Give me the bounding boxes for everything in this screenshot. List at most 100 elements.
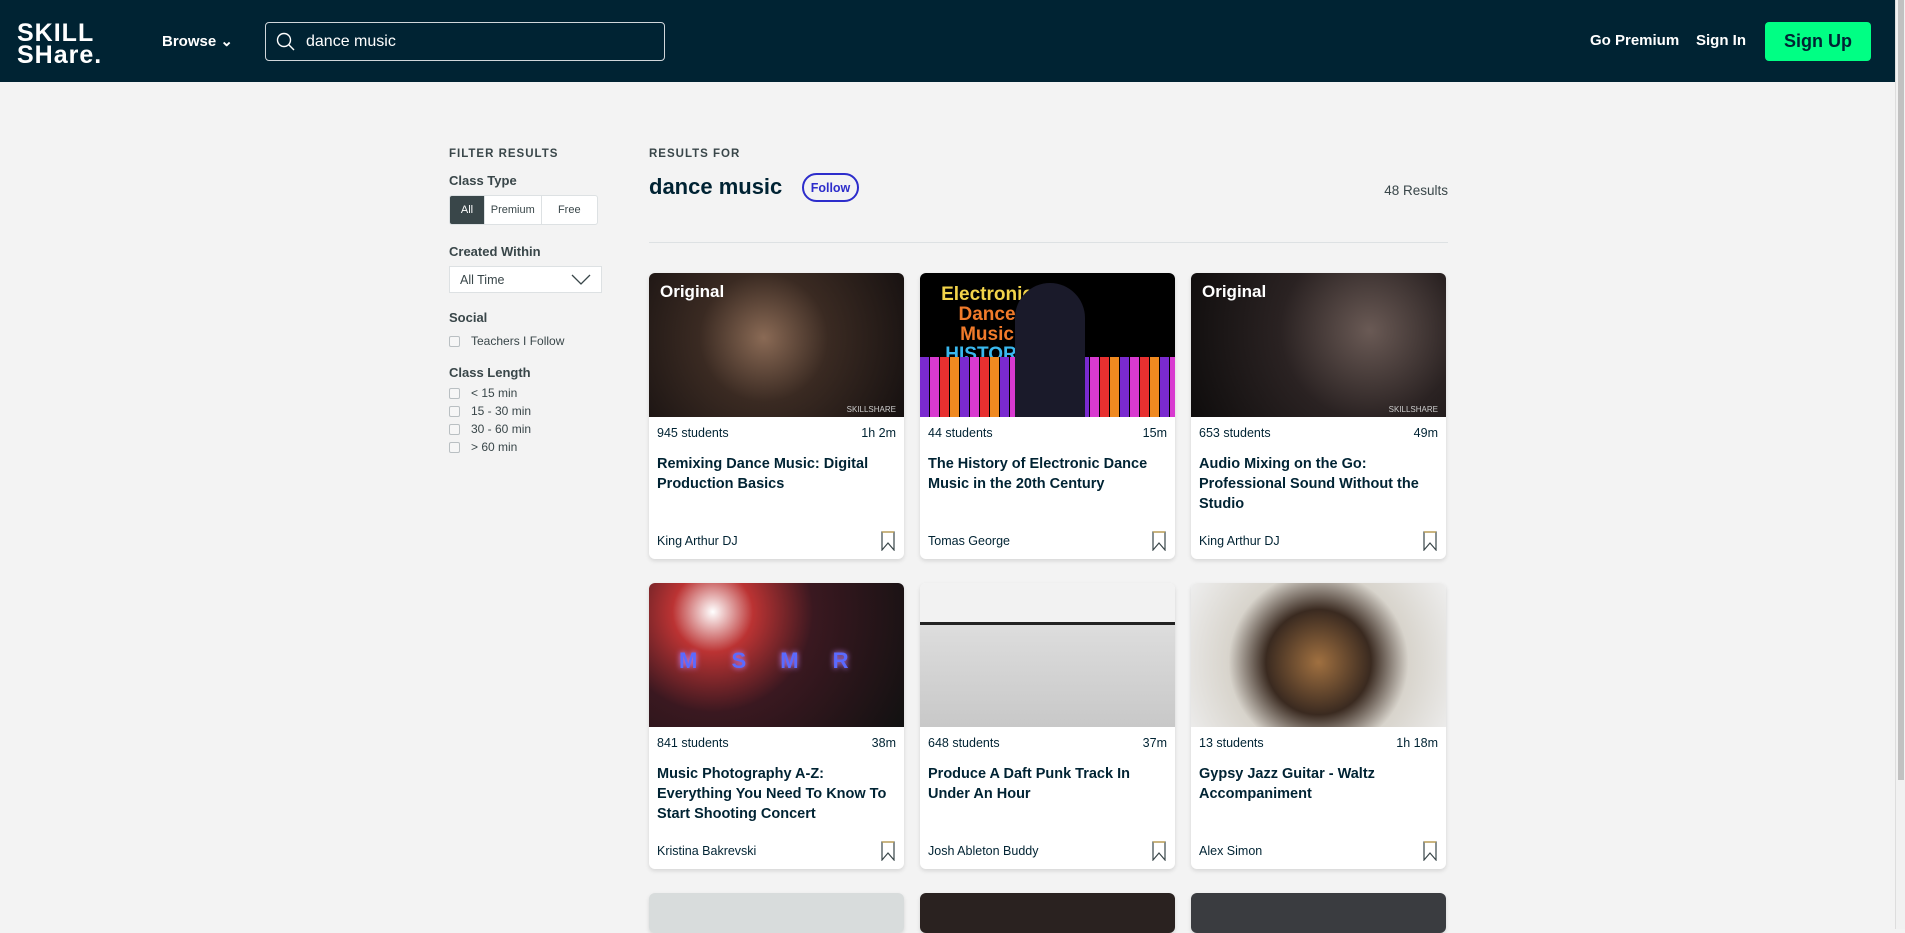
checkbox-icon[interactable] [449,405,460,417]
thumb-text: M S M R [679,648,863,673]
class-title[interactable]: Music Photography A-Z: Everything You Ne… [649,750,904,824]
teacher-name[interactable]: Kristina Bakrevski [657,844,756,858]
class-title[interactable]: Produce A Daft Punk Track In Under An Ho… [920,750,1175,804]
class-thumbnail[interactable]: Electronic Dance Music HISTORY [920,273,1175,417]
class-type-free[interactable]: Free [542,196,598,224]
original-badge: Original [1202,282,1267,301]
bookmark-icon[interactable] [1423,531,1437,551]
bookmark-icon[interactable] [1423,841,1437,861]
class-card[interactable]: Original SKILLSHARE 653 students 49m Audio… [1191,273,1446,559]
logo-line: SHare. [17,41,103,69]
class-type-label: Class Type [449,173,517,188]
class-title[interactable]: Audio Mixing on the Go: Professional Sou… [1191,440,1446,514]
student-count: 44 students [928,426,993,440]
teachers-follow-checkbox[interactable]: Teachers I Follow [449,332,609,350]
checkbox-icon[interactable] [449,441,460,453]
search-icon [276,32,295,50]
checkbox-label: Teachers I Follow [471,334,565,348]
class-duration: 37m [1142,736,1167,750]
class-title[interactable]: Gypsy Jazz Guitar - Waltz Accompaniment [1191,750,1446,804]
checkbox-icon[interactable] [449,387,460,399]
social-label: Social [449,310,488,325]
student-count: 653 students [1199,426,1271,440]
class-thumbnail[interactable] [920,583,1175,727]
skillshare-logo[interactable]: SKILL SHare. [17,21,103,69]
class-grid: Original SKILLSHARE 945 students 1h 2m Rem… [649,273,1448,933]
sign-in-link[interactable]: Sign In [1696,32,1746,49]
checkbox-label: < 15 min [471,386,518,400]
class-duration: 38m [871,736,896,750]
watermark: SKILLSHARE [846,405,896,414]
teacher-name[interactable]: Tomas George [928,534,1010,548]
teacher-name[interactable]: Josh Ableton Buddy [928,844,1039,858]
checkbox-icon[interactable] [449,335,460,347]
select-value: All Time [460,272,505,287]
class-thumbnail[interactable]: M S M R [649,583,904,727]
class-thumbnail[interactable]: Original SKILLSHARE [649,273,904,417]
browse-label: Browse [162,33,217,50]
follow-button[interactable]: Follow [802,173,859,202]
bookmark-icon[interactable] [881,841,895,861]
class-type-premium[interactable]: Premium [485,196,542,224]
class-duration: 1h 18m [1396,736,1438,750]
created-within-select[interactable]: All Time [449,266,602,293]
search-query-title: dance music [649,174,783,199]
class-card-partial[interactable] [649,893,904,933]
original-badge: Original [660,282,725,301]
bookmark-icon[interactable] [1152,531,1166,551]
student-count: 648 students [928,736,1000,750]
scrollbar-thumb[interactable] [1898,0,1904,780]
chevron-down-icon [571,274,591,285]
class-thumbnail[interactable] [1191,583,1446,727]
class-duration: 1h 2m [861,426,896,440]
student-count: 841 students [657,736,729,750]
page-scrollbar[interactable] [1895,0,1905,929]
length-checkbox[interactable]: 15 - 30 min [449,402,609,420]
length-checkbox[interactable]: 30 - 60 min [449,420,609,438]
class-type-toggle: All Premium Free [449,195,598,225]
go-premium-link[interactable]: Go Premium [1590,32,1679,49]
presenter-image [1015,283,1085,417]
results-area: RESULTS FOR dance music Follow 48 Result… [649,148,1448,933]
class-duration: 49m [1413,426,1438,440]
class-title[interactable]: Remixing Dance Music: Digital Production… [649,440,904,494]
class-card[interactable]: Original SKILLSHARE 945 students 1h 2m Rem… [649,273,904,559]
chevron-down-icon: ⌄ [220,33,233,50]
class-card[interactable]: 648 students 37m Produce A Daft Punk Trac… [920,583,1175,869]
class-duration: 15m [1142,426,1167,440]
created-within-label: Created Within [449,244,541,259]
class-length-label: Class Length [449,365,531,380]
class-card[interactable]: Electronic Dance Music HISTORY 44 studen… [920,273,1175,559]
teacher-name[interactable]: King Arthur DJ [1199,534,1280,548]
checkbox-label: > 60 min [471,440,518,454]
checkbox-label: 30 - 60 min [471,422,532,436]
checkbox-icon[interactable] [449,423,460,435]
sign-up-button[interactable]: Sign Up [1765,22,1871,61]
teacher-name[interactable]: Alex Simon [1199,844,1262,858]
length-checkbox[interactable]: > 60 min [449,438,609,456]
teacher-name[interactable]: King Arthur DJ [657,534,738,548]
length-checkbox[interactable]: < 15 min [449,384,609,402]
filter-sidebar: FILTER RESULTS Class Type All Premium Fr… [449,148,609,456]
filter-heading: FILTER RESULTS [449,148,559,160]
bookmark-icon[interactable] [1152,841,1166,861]
checkbox-label: 15 - 30 min [471,404,532,418]
watermark: SKILLSHARE [1388,405,1438,414]
class-card-partial[interactable] [1191,893,1446,933]
class-card[interactable]: 13 students 1h 18m Gypsy Jazz Guitar - Wa… [1191,583,1446,869]
class-title[interactable]: The History of Electronic Dance Music in… [920,440,1175,494]
class-card[interactable]: M S M R 841 students 38m Music Photograph… [649,583,904,869]
student-count: 945 students [657,426,729,440]
search-box[interactable] [265,22,665,61]
divider [649,242,1448,243]
class-type-all[interactable]: All [450,196,485,224]
class-thumbnail[interactable]: Original SKILLSHARE [1191,273,1446,417]
student-count: 13 students [1199,736,1264,750]
search-input[interactable] [306,32,646,51]
browse-menu[interactable]: Browse ⌄ [162,32,233,50]
results-for-label: RESULTS FOR [649,148,741,160]
class-card-partial[interactable] [920,893,1175,933]
bookmark-icon[interactable] [881,531,895,551]
results-count: 48 Results [1384,183,1448,198]
top-nav: SKILLSHare. Browse ⌄ Go Premium Sign In … [0,0,1895,82]
